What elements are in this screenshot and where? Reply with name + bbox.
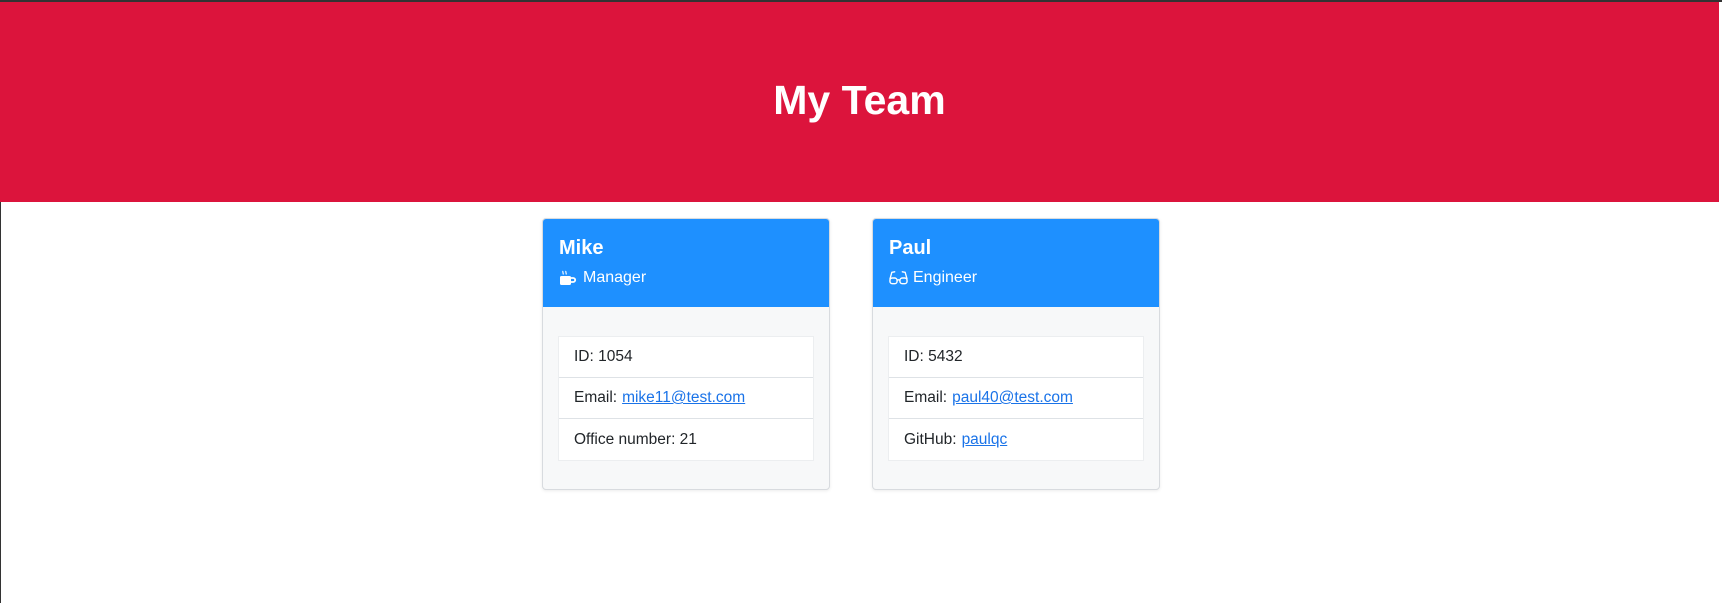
email-link[interactable]: mike11@test.com — [622, 389, 745, 407]
page-title: My Team — [773, 76, 946, 123]
card-body: ID: 5432 Email: paul40@test.com GitHub: … — [873, 307, 1159, 461]
card-header: Paul Engineer — [873, 219, 1159, 307]
email-label: Email: — [904, 389, 948, 406]
employee-role: Manager — [559, 268, 813, 288]
github-link[interactable]: paulqc — [962, 431, 1008, 449]
email-item: Email: mike11@test.com — [559, 378, 813, 419]
id-item: ID: 5432 — [889, 337, 1143, 378]
info-list: ID: 5432 Email: paul40@test.com GitHub: … — [888, 336, 1144, 461]
id-text: ID: 1054 — [574, 348, 633, 365]
card-header: Mike Manager — [543, 219, 829, 307]
mug-icon — [559, 270, 578, 286]
email-link[interactable]: paul40@test.com — [952, 389, 1073, 407]
office-number-item: Office number: 21 — [559, 419, 813, 460]
employee-name: Mike — [559, 237, 604, 259]
employee-card-manager: Mike Manager ID: 1054 Email: mike11@test… — [542, 218, 830, 490]
glasses-icon — [889, 270, 908, 286]
employee-role: Engineer — [889, 268, 1143, 288]
id-text: ID: 5432 — [904, 348, 963, 365]
email-label: Email: — [574, 389, 618, 406]
github-item: GitHub: paulqc — [889, 419, 1143, 460]
info-list: ID: 1054 Email: mike11@test.com Office n… — [558, 336, 814, 461]
id-item: ID: 1054 — [559, 337, 813, 378]
role-label: Engineer — [913, 269, 978, 286]
email-item: Email: paul40@test.com — [889, 378, 1143, 419]
card-body: ID: 1054 Email: mike11@test.com Office n… — [543, 307, 829, 461]
role-label: Manager — [583, 269, 647, 286]
github-label: GitHub: — [904, 430, 957, 448]
employee-card-engineer: Paul Engineer ID: 5432 Email: paul40@tes… — [872, 218, 1160, 490]
page-header: My Team — [0, 2, 1719, 202]
employee-name: Paul — [889, 237, 932, 259]
office-number-text: Office number: 21 — [574, 430, 697, 448]
